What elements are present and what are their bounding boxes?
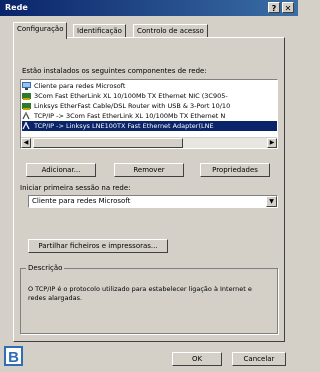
figure-label-badge: B xyxy=(4,346,23,366)
network-card-icon xyxy=(22,102,31,110)
add-button[interactable]: Adicionar... xyxy=(26,163,96,177)
client-icon xyxy=(22,82,31,90)
network-card-icon xyxy=(22,92,31,100)
components-list[interactable]: Cliente para redes Microsoft 3Com Fast E… xyxy=(20,79,278,149)
title-bar: Rede ? ✕ xyxy=(0,0,298,16)
list-item[interactable]: Linksys EtherFast Cable/DSL Router with … xyxy=(22,101,277,111)
tab-identificacao[interactable]: Identificação xyxy=(73,24,126,38)
scroll-thumb[interactable] xyxy=(33,138,183,148)
list-item-label: 3Com Fast EtherLink XL 10/100Mb TX Ether… xyxy=(34,92,228,100)
logon-select[interactable]: Cliente para redes Microsoft ▼ xyxy=(28,195,278,208)
ok-button[interactable]: OK xyxy=(172,352,222,366)
logon-value: Cliente para redes Microsoft xyxy=(32,197,131,205)
close-button[interactable]: ✕ xyxy=(282,2,294,13)
list-item[interactable]: 3Com Fast EtherLink XL 10/100Mb TX Ether… xyxy=(22,91,277,101)
protocol-icon xyxy=(22,111,31,120)
list-item-label: Cliente para redes Microsoft xyxy=(34,82,126,90)
components-heading: Estão instalados os seguintes componente… xyxy=(22,67,207,75)
tab-controlo-de-acesso[interactable]: Controlo de acesso xyxy=(133,24,208,38)
list-item-label: Linksys EtherFast Cable/DSL Router with … xyxy=(34,102,231,110)
list-item[interactable]: Cliente para redes Microsoft xyxy=(22,81,277,91)
horizontal-scrollbar[interactable]: ◀ ▶ xyxy=(21,137,277,148)
remove-button[interactable]: Remover xyxy=(114,163,184,177)
list-item[interactable]: TCP/IP -> 3Com Fast EtherLink XL 10/100M… xyxy=(22,111,277,121)
list-item-label: TCP/IP -> Linksys LNE100TX Fast Ethernet… xyxy=(34,122,214,130)
description-label: Descrição xyxy=(26,264,65,272)
help-button[interactable]: ? xyxy=(268,2,280,13)
protocol-icon xyxy=(22,121,31,130)
cancel-button[interactable]: Cancelar xyxy=(232,352,286,366)
scroll-right-icon[interactable]: ▶ xyxy=(267,138,277,148)
chevron-down-icon[interactable]: ▼ xyxy=(266,196,277,207)
scroll-left-icon[interactable]: ◀ xyxy=(21,138,31,148)
properties-button[interactable]: Propriedades xyxy=(200,163,270,177)
tab-configuracao[interactable]: Configuração xyxy=(13,22,68,39)
description-text: O TCP/IP é o protocolo utilizado para es… xyxy=(28,285,252,302)
list-item-label: TCP/IP -> 3Com Fast EtherLink XL 10/100M… xyxy=(34,112,226,120)
list-item-selected[interactable]: TCP/IP -> Linksys LNE100TX Fast Ethernet… xyxy=(22,121,277,131)
logon-label: Iniciar primeira sessão na rede: xyxy=(20,184,131,192)
file-print-sharing-button[interactable]: Partilhar ficheiros e impressoras... xyxy=(28,239,168,253)
window-title: Rede xyxy=(5,3,28,12)
